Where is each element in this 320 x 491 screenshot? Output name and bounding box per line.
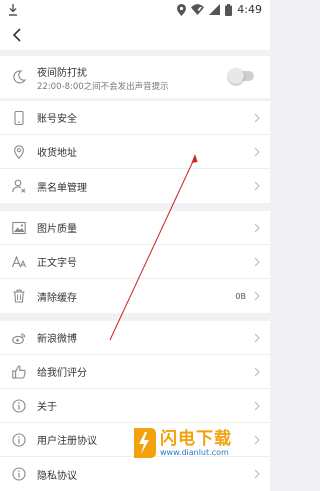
about-section: 新浪微博 给我们评分 关于 用户注册协议 隐私协议 bbox=[0, 321, 270, 491]
watermark-url: www.dianlut.com bbox=[160, 448, 229, 457]
account-section: 账号安全 收货地址 黑名单管理 bbox=[0, 101, 270, 203]
chevron-right-icon bbox=[254, 223, 260, 233]
dnd-subtitle: 22:00-8:00之间不会发出声音提示 bbox=[37, 82, 169, 92]
trash-icon bbox=[13, 289, 25, 303]
wifi-icon bbox=[191, 4, 205, 15]
location-status-icon bbox=[177, 3, 187, 16]
chevron-right-icon bbox=[254, 181, 260, 191]
dnd-title: 夜间防打扰 bbox=[37, 68, 87, 79]
list-item-label: 收货地址 bbox=[37, 148, 77, 159]
dnd-row[interactable]: 夜间防打扰 22:00-8:00之间不会发出声音提示 bbox=[0, 56, 270, 98]
weibo-icon bbox=[12, 333, 26, 345]
dnd-section: 夜间防打扰 22:00-8:00之间不会发出声音提示 bbox=[0, 56, 270, 98]
image-icon bbox=[12, 221, 26, 235]
list-item-label: 图片质量 bbox=[37, 224, 77, 235]
list-item-label: 隐私协议 bbox=[37, 470, 77, 482]
info-icon bbox=[12, 467, 26, 481]
list-item-account-security[interactable]: 账号安全 bbox=[0, 101, 270, 135]
chevron-right-icon bbox=[254, 147, 260, 157]
list-item-label: 新浪微博 bbox=[37, 334, 77, 345]
info-icon bbox=[12, 433, 26, 447]
watermark-brand: 闪电下载 bbox=[160, 429, 232, 449]
info-icon bbox=[12, 399, 26, 413]
location-pin-icon bbox=[14, 145, 24, 159]
list-item-shipping-address[interactable]: 收货地址 bbox=[0, 135, 270, 169]
signal-icon bbox=[209, 4, 221, 15]
chevron-right-icon bbox=[254, 113, 260, 123]
chevron-right-icon bbox=[254, 469, 260, 479]
list-item-image-quality[interactable]: 图片质量 bbox=[0, 211, 270, 245]
thumbs-up-icon bbox=[12, 365, 26, 379]
status-time: 4:49 bbox=[237, 3, 262, 16]
user-block-icon bbox=[12, 179, 26, 193]
chevron-right-icon bbox=[254, 401, 260, 411]
list-item-label: 关于 bbox=[37, 402, 57, 413]
list-item-label: 账号安全 bbox=[37, 114, 77, 125]
battery-icon bbox=[225, 3, 233, 16]
list-item-sina-weibo[interactable]: 新浪微博 bbox=[0, 321, 270, 355]
list-item-blacklist[interactable]: 黑名单管理 bbox=[0, 169, 270, 203]
list-item-clear-cache[interactable]: 清除缓存 0B bbox=[0, 279, 270, 313]
dnd-toggle[interactable] bbox=[228, 68, 254, 84]
chevron-right-icon bbox=[254, 333, 260, 343]
font-size-icon bbox=[12, 255, 26, 268]
phone-icon bbox=[14, 111, 24, 125]
list-item-label: 正文字号 bbox=[37, 258, 77, 269]
list-item-label: 黑名单管理 bbox=[37, 182, 87, 194]
display-section: 图片质量 正文字号 清除缓存 0B bbox=[0, 211, 270, 313]
chevron-right-icon bbox=[254, 291, 260, 301]
lightning-logo-icon bbox=[134, 428, 156, 458]
download-icon bbox=[9, 4, 17, 16]
status-bar: 4:49 bbox=[0, 0, 270, 20]
chevron-right-icon bbox=[254, 367, 260, 377]
list-item-label: 用户注册协议 bbox=[37, 436, 97, 447]
list-item-font-size[interactable]: 正文字号 bbox=[0, 245, 270, 279]
moon-icon bbox=[13, 70, 26, 84]
list-item-rate-us[interactable]: 给我们评分 bbox=[0, 355, 270, 389]
header bbox=[0, 20, 270, 50]
cache-size-value: 0B bbox=[235, 291, 246, 301]
toggle-knob bbox=[228, 68, 244, 84]
list-item-about[interactable]: 关于 bbox=[0, 389, 270, 423]
list-item-label: 给我们评分 bbox=[37, 368, 87, 379]
back-arrow-icon[interactable] bbox=[8, 26, 26, 44]
chevron-right-icon bbox=[254, 257, 260, 267]
watermark: 闪电下载 www.dianlut.com bbox=[128, 424, 268, 464]
list-item-label: 清除缓存 bbox=[37, 292, 77, 304]
